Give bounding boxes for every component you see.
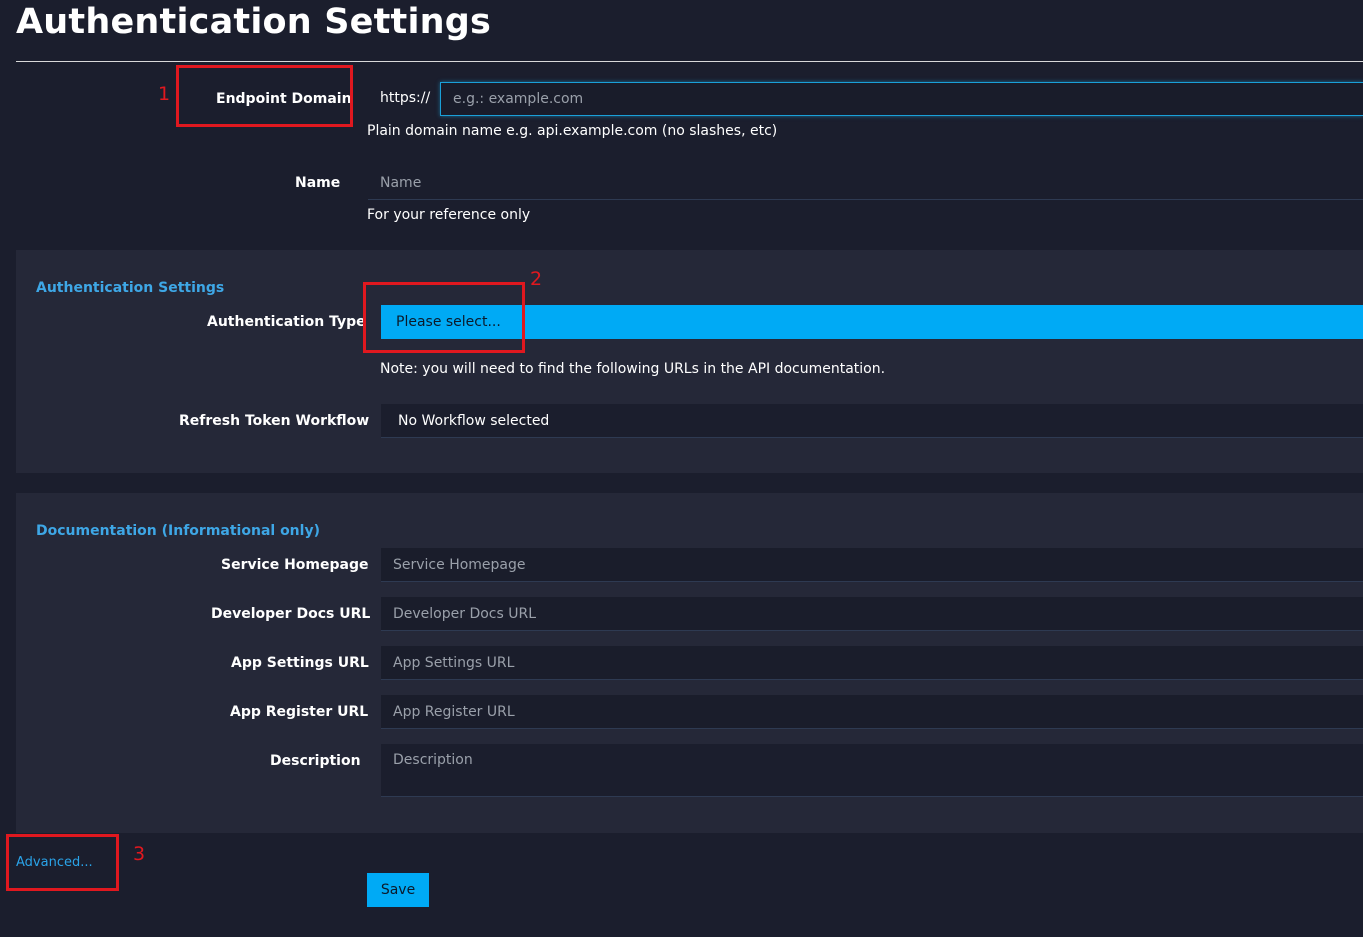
- https-prefix: https://: [380, 90, 431, 106]
- developer-docs-url-input[interactable]: [381, 597, 1363, 631]
- refresh-token-workflow-label: Refresh Token Workflow: [179, 413, 370, 429]
- authentication-type-label: Authentication Type: [207, 314, 366, 330]
- api-documentation-note: Note: you will need to find the followin…: [380, 361, 886, 377]
- description-label: Description: [270, 753, 361, 769]
- annotation-number-3: 3: [133, 843, 146, 865]
- annotation-number-1: 1: [158, 83, 171, 105]
- save-button[interactable]: Save: [367, 873, 429, 907]
- service-homepage-label: Service Homepage: [221, 557, 369, 573]
- title-divider: [16, 61, 1363, 62]
- endpoint-domain-label: Endpoint Domain: [216, 91, 352, 107]
- authentication-type-select[interactable]: Please select...: [381, 305, 1363, 339]
- app-register-url-input[interactable]: [381, 695, 1363, 729]
- endpoint-domain-input[interactable]: [440, 82, 1363, 116]
- annotation-number-2: 2: [530, 268, 543, 290]
- auth-settings-page: Authentication Settings Endpoint Domain …: [0, 0, 1363, 937]
- developer-docs-url-label: Developer Docs URL: [211, 606, 371, 622]
- authentication-settings-section-title: Authentication Settings: [36, 280, 225, 296]
- service-homepage-input[interactable]: [381, 548, 1363, 582]
- name-label: Name: [295, 175, 341, 191]
- advanced-link[interactable]: Advanced...: [16, 855, 93, 870]
- description-textarea[interactable]: [381, 744, 1363, 797]
- name-help: For your reference only: [367, 207, 531, 223]
- name-input[interactable]: [368, 167, 1363, 200]
- page-title: Authentication Settings: [16, 2, 492, 42]
- endpoint-domain-help: Plain domain name e.g. api.example.com (…: [367, 123, 778, 139]
- documentation-section-title: Documentation (Informational only): [36, 523, 320, 539]
- refresh-token-workflow-select[interactable]: No Workflow selected: [381, 404, 1363, 438]
- app-settings-url-label: App Settings URL: [231, 655, 369, 671]
- app-register-url-label: App Register URL: [230, 704, 369, 720]
- app-settings-url-input[interactable]: [381, 646, 1363, 680]
